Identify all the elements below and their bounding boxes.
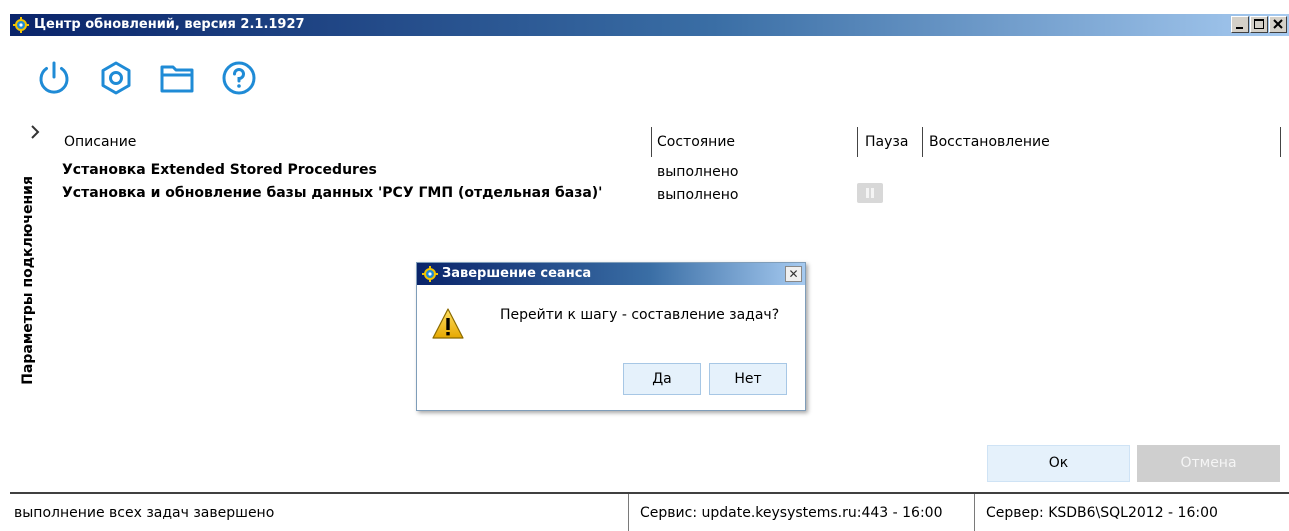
dialog-title-bar[interactable]: Завершение сеанса ✕ [417, 263, 805, 285]
server-status: Сервер: KSDB6\SQL2012 - 16:00 [986, 505, 1218, 521]
title-bar[interactable]: Центр обновлений, версия 2.1.1927 [10, 14, 1289, 36]
column-divider[interactable] [922, 127, 923, 157]
column-header-pause[interactable]: Пауза [865, 127, 908, 157]
close-button[interactable] [1269, 16, 1287, 33]
window-controls [1230, 16, 1287, 34]
app-gear-icon [422, 266, 438, 282]
help-icon[interactable] [219, 58, 259, 98]
dialog-message: Перейти к шагу - составление задач? [500, 307, 780, 323]
session-end-dialog: Завершение сеанса ✕ Перейти к шагу - сос… [416, 262, 806, 411]
main-window: Центр обновлений, версия 2.1.1927 Параме… [0, 0, 1289, 531]
window-title: Центр обновлений, версия 2.1.1927 [34, 17, 305, 32]
close-icon [1273, 19, 1283, 29]
app-gear-icon [13, 17, 29, 33]
cancel-button[interactable]: Отмена [1137, 445, 1280, 482]
column-divider[interactable] [651, 127, 652, 157]
column-divider[interactable] [1280, 127, 1281, 157]
column-header-recovery[interactable]: Восстановление [929, 127, 1050, 157]
minimize-icon [1236, 27, 1243, 29]
column-header-state[interactable]: Состояние [657, 127, 735, 157]
table-row[interactable]: Установка Extended Stored Procedures вып… [0, 162, 1289, 182]
dialog-close-button[interactable]: ✕ [785, 266, 802, 282]
column-header-description[interactable]: Описание [64, 127, 136, 157]
service-status: Сервис: update.keysystems.ru:443 - 16:00 [640, 505, 943, 521]
maximize-button[interactable] [1250, 16, 1268, 33]
yes-button[interactable]: Да [623, 363, 701, 395]
statusbar-separator [974, 494, 975, 531]
grid-header: Описание Состояние Пауза Восстановление [0, 127, 1289, 157]
table-row[interactable]: Установка и обновление базы данных 'РСУ … [0, 184, 1289, 204]
status-text: выполнение всех задач завершено [14, 505, 275, 521]
warning-icon [432, 308, 464, 339]
row-description: Установка Extended Stored Procedures [62, 162, 377, 178]
column-divider[interactable] [857, 127, 858, 157]
dialog-title: Завершение сеанса [442, 266, 592, 281]
no-button[interactable]: Нет [709, 363, 787, 395]
settings-gear-icon[interactable] [96, 58, 136, 98]
maximize-icon [1254, 19, 1264, 29]
close-icon: ✕ [788, 267, 799, 281]
folder-icon[interactable] [157, 58, 197, 98]
ok-button[interactable]: Ок [987, 445, 1130, 482]
statusbar-divider [10, 492, 1289, 494]
row-state: выполнено [657, 187, 739, 203]
row-state: выполнено [657, 164, 739, 180]
statusbar-separator [628, 494, 629, 531]
power-icon[interactable] [34, 58, 74, 98]
minimize-button[interactable] [1231, 16, 1249, 33]
pause-button[interactable] [857, 183, 883, 203]
connection-params-label: Параметры подключения [20, 175, 36, 385]
row-description: Установка и обновление базы данных 'РСУ … [62, 185, 603, 201]
